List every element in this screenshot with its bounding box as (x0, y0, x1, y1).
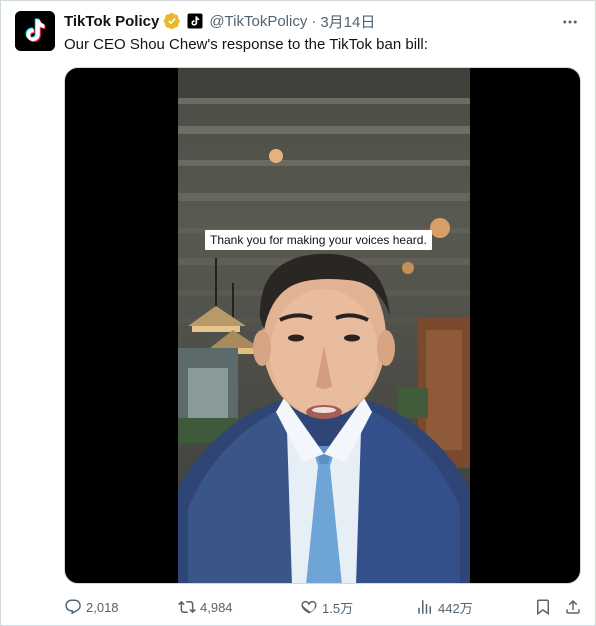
verified-badge-icon[interactable] (163, 12, 181, 30)
tweet-card[interactable]: TikTok Policy @TikTokPolicy · 3月14日 Our … (1, 1, 595, 625)
author-handle[interactable]: @TikTokPolicy (209, 13, 307, 30)
repost-icon (178, 600, 196, 614)
video-player[interactable]: Thank you for making your voices heard. (64, 67, 581, 584)
repost-button[interactable]: 4,984 (178, 597, 233, 617)
reply-button[interactable]: 2,018 (64, 597, 119, 617)
bookmark-icon (537, 599, 549, 616)
share-button[interactable] (564, 597, 582, 617)
tiktok-logo-icon (15, 11, 55, 51)
reply-count: 2,018 (86, 599, 119, 615)
tweet-actions: 2,018 4,984 1.5万 442万 (64, 597, 584, 617)
avatar[interactable] (15, 11, 55, 51)
affiliate-tiktok-badge-icon[interactable] (187, 13, 203, 29)
like-count: 1.5万 (322, 600, 354, 616)
video-caption: Thank you for making your voices heard. (205, 230, 432, 250)
tweet-header: TikTok Policy @TikTokPolicy · 3月14日 (64, 11, 375, 31)
views-button[interactable]: 442万 (416, 597, 473, 617)
reply-icon (65, 599, 81, 615)
heart-icon (301, 600, 317, 614)
tweet-text: Our CEO Shou Chew's response to the TikT… (64, 36, 428, 53)
share-icon (566, 599, 580, 614)
bookmark-button[interactable] (534, 597, 552, 617)
repost-count: 4,984 (200, 599, 233, 615)
video-still-image (178, 68, 470, 583)
author-name[interactable]: TikTok Policy (64, 13, 159, 30)
header-separator: · (311, 12, 317, 30)
more-options-icon[interactable] (559, 11, 581, 33)
tweet-date[interactable]: 3月14日 (320, 11, 375, 32)
views-count: 442万 (438, 600, 473, 616)
like-button[interactable]: 1.5万 (300, 597, 353, 617)
video-frame (178, 68, 470, 583)
views-chart-icon (418, 600, 431, 614)
